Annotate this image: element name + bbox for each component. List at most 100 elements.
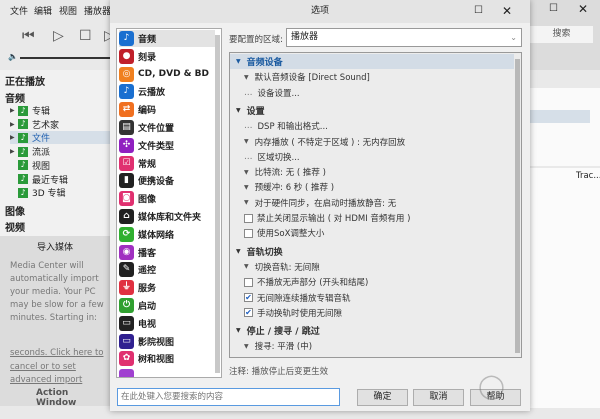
checkbox[interactable]: ✔ <box>244 308 253 318</box>
tree-checkbox-row[interactable]: ✔ 手动换轨时使用无间隙 <box>230 305 514 320</box>
dialog-maximize-icon[interactable]: ☐ <box>474 5 483 16</box>
right-list-selected-row[interactable] <box>530 110 590 123</box>
import-title: 导入媒体 <box>36 243 73 253</box>
menu-file[interactable]: 文件 <box>10 4 28 17</box>
dropdown-arrow-icon[interactable]: ▼ <box>244 199 249 206</box>
nav-audio-item-label: 流派 <box>32 148 51 159</box>
menu-view[interactable]: 视图 <box>59 4 77 17</box>
nav-audio-item[interactable]: ▶ ♪ 文件 <box>10 131 110 145</box>
category-item[interactable]: ✿ 树和视图 <box>119 350 215 367</box>
expand-arrow-icon[interactable]: ▶ <box>10 121 18 128</box>
tree-option-row[interactable]: ▼ 默认音频设备 [Direct Sound] <box>230 70 514 85</box>
tree-checkbox-row[interactable]: ✔ 无间隙连续播放专辑音轨 <box>230 290 514 305</box>
tree-option-row[interactable]: ▼ 预缓冲: 6 秒 ( 推荐 ) <box>230 180 514 195</box>
dropdown-arrow-icon[interactable]: ▼ <box>244 184 249 191</box>
category-icon: ✎ <box>119 262 134 278</box>
menu-edit[interactable]: 编辑 <box>34 4 52 17</box>
tree-scrollbar[interactable] <box>515 59 520 353</box>
dropdown-arrow-icon[interactable]: ▼ <box>244 263 249 270</box>
category-item[interactable]: ✣ 文件类型 <box>119 137 215 154</box>
tree-row-label: DSP 和输出格式... <box>257 122 328 133</box>
category-item[interactable] <box>119 368 215 377</box>
collapse-arrow-icon[interactable]: ▼ <box>236 327 241 334</box>
category-item[interactable]: ♪ 云播放 <box>119 83 215 100</box>
expand-arrow-icon[interactable]: ▶ <box>10 134 18 141</box>
cancel-button[interactable]: 取消 <box>413 389 464 406</box>
nav-audio-item[interactable]: ▶ ♪ 流派 <box>10 145 110 158</box>
tree-option-row[interactable]: … 设备设置... <box>230 85 514 100</box>
category-item[interactable]: ▭ 影院视图 <box>119 333 215 350</box>
tree-option-row[interactable]: ▼ 切换音轨: 无间隙 <box>230 259 514 274</box>
ellipsis-icon: … <box>244 121 253 132</box>
checkbox[interactable] <box>244 277 253 287</box>
category-item[interactable]: ♪ 音频 <box>119 30 215 47</box>
tree-section-header[interactable]: ▼ 音轨切换 <box>230 244 514 259</box>
nav-audio-item[interactable]: ▶ ♪ 艺术家 <box>10 118 110 131</box>
nav-images[interactable]: 图像 <box>5 203 25 218</box>
category-item[interactable]: ● 刻录 <box>119 48 215 65</box>
category-scrollbar[interactable] <box>215 35 220 373</box>
category-item[interactable]: ◉ 播客 <box>119 244 215 261</box>
collapse-arrow-icon[interactable]: ▼ <box>236 58 241 65</box>
ok-button[interactable]: 确定 <box>357 389 408 406</box>
tree-option-row[interactable]: … DSP 和输出格式... <box>230 119 514 134</box>
previous-icon[interactable]: ⏮ <box>22 28 35 44</box>
category-item[interactable]: ⏚ 服务 <box>119 279 215 296</box>
tree-checkbox-row[interactable]: 不播放无声部分 (开头和结尾) <box>230 275 514 290</box>
category-item[interactable]: ▤ 文件位置 <box>119 119 215 136</box>
checkbox[interactable] <box>244 213 253 223</box>
stop-icon[interactable]: ☐ <box>79 28 92 44</box>
tree-option-row[interactable]: … 区域切换... <box>230 149 514 164</box>
menu-player[interactable]: 播放器 <box>84 4 111 17</box>
dropdown-arrow-icon[interactable]: ▼ <box>244 169 249 176</box>
category-label: CD, DVD & BD <box>138 69 209 80</box>
tree-checkbox-row[interactable]: 禁止关闭显示输出 ( 对 HDMI 音频有用 ) <box>230 211 514 226</box>
options-search-input[interactable] <box>117 388 340 406</box>
nav-audio-item[interactable]: ▶ ♪ 专辑 <box>10 104 110 117</box>
tree-option-row[interactable]: ▼ 内存播放 ( 不特定于区域 ) : 无内存回放 <box>230 134 514 149</box>
category-item[interactable]: ☑ 常规 <box>119 155 215 172</box>
category-item[interactable]: ⌂ 媒体库和文件夹 <box>119 208 215 225</box>
category-item[interactable]: ▭ 电视 <box>119 315 215 332</box>
zone-select[interactable]: 播放器 ⌄ <box>286 28 522 47</box>
nav-audio[interactable]: 音频 <box>5 90 25 105</box>
checkbox[interactable] <box>244 228 253 238</box>
close-icon[interactable]: ✕ <box>578 2 588 16</box>
track-column-header[interactable]: Trac... <box>576 171 600 181</box>
category-item[interactable]: ◎ CD, DVD & BD <box>119 66 215 83</box>
collapse-arrow-icon[interactable]: ▼ <box>236 107 241 114</box>
category-label: 音频 <box>138 35 157 45</box>
tree-checkbox-row[interactable]: 使用SoX调整大小 <box>230 226 514 241</box>
tree-option-row[interactable]: ▼ 对于硬件同步，在启动时播放静音: 无 <box>230 195 514 210</box>
import-options-link[interactable]: seconds. Click here to cancel or to set … <box>10 347 110 389</box>
nav-audio-item[interactable]: ♪ 3D 专辑 <box>10 186 110 199</box>
tree-option-row[interactable]: ▼ 搜寻: 平滑 (中) <box>230 339 514 354</box>
category-item[interactable]: ◙ 图像 <box>119 190 215 207</box>
category-item[interactable]: ⇄ 编码 <box>119 101 215 118</box>
tree-option-row[interactable]: ▼ 比特流: 无 ( 推荐 ) <box>230 165 514 180</box>
tree-section-header[interactable]: ▼ 停止 / 搜寻 / 跳过 <box>230 323 514 338</box>
expand-arrow-icon[interactable]: ▶ <box>10 148 18 155</box>
category-item[interactable]: ⟳ 媒体网络 <box>119 226 215 243</box>
expand-arrow-icon[interactable]: ▶ <box>10 107 18 114</box>
checkbox[interactable]: ✔ <box>244 293 253 302</box>
dropdown-arrow-icon[interactable]: ▼ <box>244 138 249 145</box>
collapse-arrow-icon[interactable]: ▼ <box>236 248 241 255</box>
search-button[interactable]: 搜索 <box>530 26 593 43</box>
nav-audio-item[interactable]: ♪ 最近专辑 <box>10 173 110 186</box>
dropdown-arrow-icon[interactable]: ▼ <box>244 74 249 81</box>
play-icon[interactable]: ▷ <box>53 28 64 44</box>
tree-section-header[interactable]: ▼ 音频设备 <box>230 54 514 69</box>
tree-row-label: 切换音轨: 无间隙 <box>254 262 320 273</box>
nav-video[interactable]: 视频 <box>5 219 25 234</box>
maximize-icon[interactable]: ☐ <box>549 3 558 14</box>
dropdown-arrow-icon[interactable]: ▼ <box>244 343 249 350</box>
nav-audio-item[interactable]: ♪ 视图 <box>10 159 110 172</box>
category-item[interactable]: ⏻ 启动 <box>119 297 215 314</box>
category-item[interactable]: ✎ 遥控 <box>119 261 215 278</box>
category-item[interactable]: ▮ 便携设备 <box>119 172 215 189</box>
dialog-close-icon[interactable]: ✕ <box>502 4 512 18</box>
nav-now-playing[interactable]: 正在播放 <box>5 73 45 88</box>
tree-section-header[interactable]: ▼ 设置 <box>230 103 514 118</box>
volume-slider[interactable] <box>20 57 110 59</box>
